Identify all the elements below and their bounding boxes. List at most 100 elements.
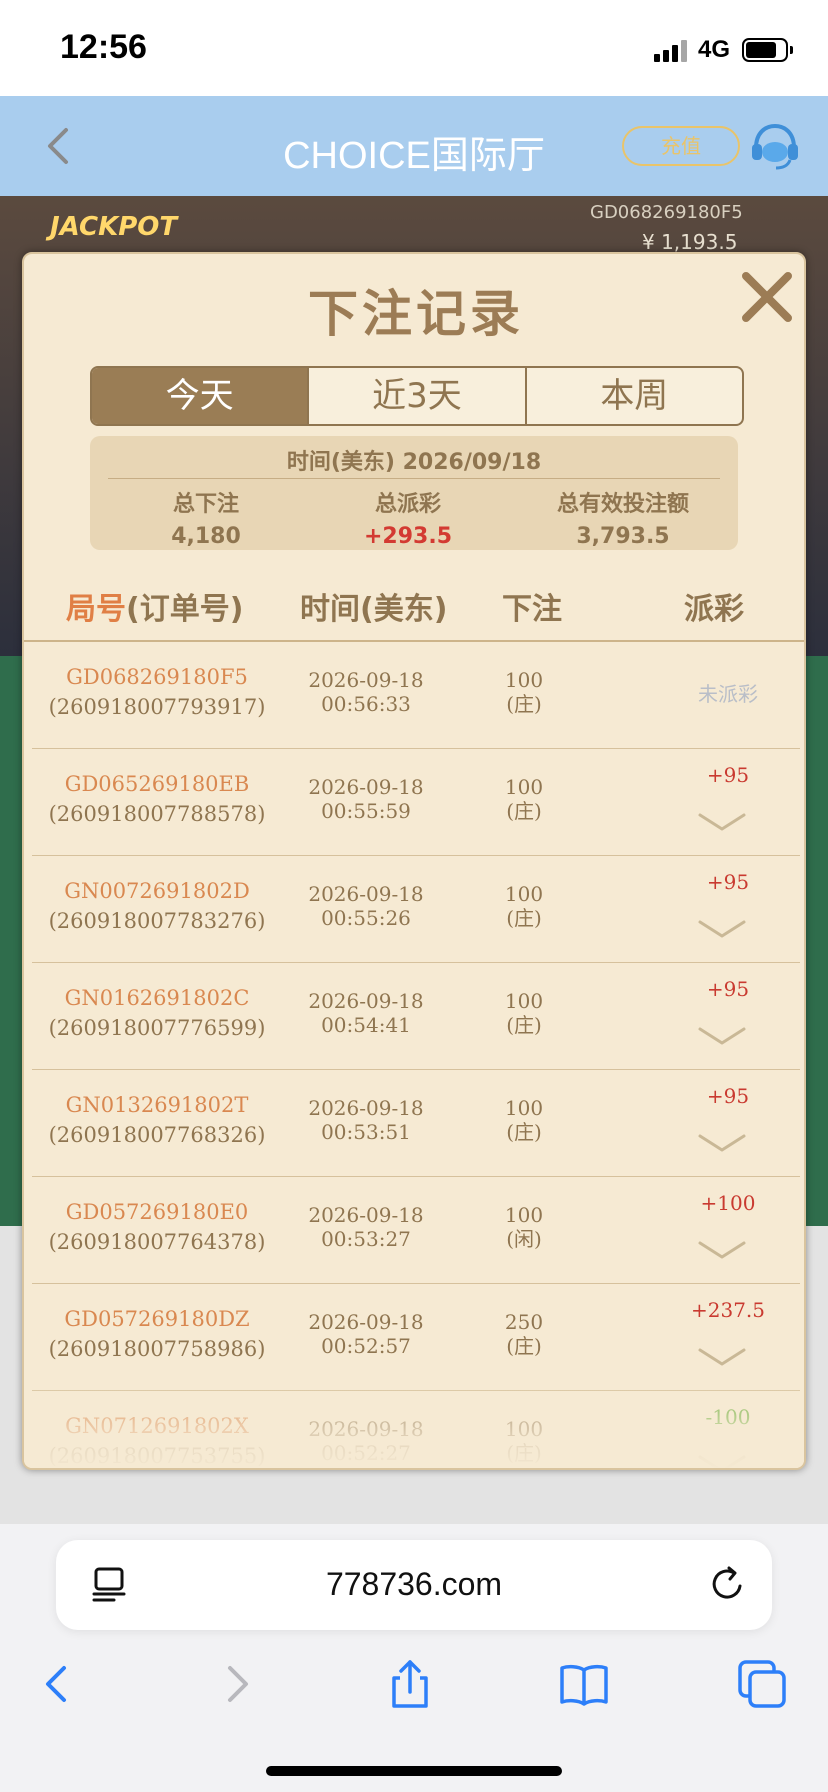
summary-panel: 时间(美东) 2026/09/18 总下注 4,180 总派彩 +293.5 总… (90, 436, 738, 550)
date-range-tabs: 今天 近3天 本周 (90, 366, 744, 426)
bet-date: 2026-09-18 (308, 989, 424, 1013)
modal-title: 下注记录 (308, 285, 524, 343)
bet-time: 00:56:33 (321, 692, 411, 716)
order-number: (260918007793917) (48, 695, 266, 719)
order-number: (260918007776599) (48, 1016, 266, 1040)
table-row[interactable]: GD065269180EB (260918007788578) 2026-09-18… (32, 749, 800, 856)
bet-side: (庄) (506, 692, 542, 716)
game-id: GD068269180F5 (66, 665, 248, 689)
chevron-down-icon[interactable] (696, 1346, 748, 1368)
column-header-payout: 派彩 (684, 592, 744, 627)
chevron-down-icon[interactable] (696, 1132, 748, 1154)
time-cell: 2026-09-18 00:56:33 (278, 668, 454, 716)
chevron-down-icon[interactable] (696, 1239, 748, 1261)
game-id: GN0162691802C (64, 986, 250, 1010)
battery-icon (742, 38, 788, 62)
time-cell: 2026-09-18 00:55:59 (278, 775, 454, 823)
headset-icon (752, 123, 798, 170)
order-cell: GN0132691802T (260918007768326) (32, 1090, 282, 1150)
bookmarks-icon[interactable] (556, 1656, 612, 1712)
customer-service-button[interactable] (748, 118, 802, 172)
order-cell: GD065269180EB (260918007788578) (32, 769, 282, 829)
tab-this-week[interactable]: 本周 (527, 368, 742, 424)
bet-cell: 100(庄) (480, 882, 568, 930)
bet-side: (闲) (506, 1227, 542, 1251)
chevron-down-icon[interactable] (696, 811, 748, 833)
status-bar: 12:56 4G (0, 0, 828, 96)
game-id: GD057269180E0 (65, 1200, 249, 1224)
bet-time: 00:53:27 (321, 1227, 411, 1251)
time-cell: 2026-09-18 00:52:57 (278, 1310, 454, 1358)
close-button[interactable] (738, 268, 796, 326)
bet-cell: 250 (庄) (480, 1310, 568, 1358)
time-cell: 2026-09-18 00:55:26 (278, 882, 454, 930)
tabs-icon[interactable] (734, 1656, 790, 1712)
list-fade (24, 1374, 804, 1468)
game-id: GD068269180F5 (590, 202, 743, 223)
share-icon[interactable] (382, 1656, 438, 1712)
table-row[interactable]: GD057269180E0 (260918007764378) 2026-09-18… (32, 1177, 800, 1284)
app-header: CHOICE国际厅 充值 (0, 96, 828, 196)
total-payout: 总派彩 +293.5 (308, 486, 508, 549)
table-row[interactable]: GN0072691802D (260918007783276) 2026-09-18… (32, 856, 800, 963)
bet-time: 00:53:51 (321, 1120, 411, 1144)
bet-side: (庄) (506, 799, 542, 823)
bet-side: (庄) (506, 1013, 542, 1037)
payout-value: +100 (700, 1191, 756, 1215)
total-bet-value: 4,180 (171, 524, 241, 549)
reload-icon[interactable] (708, 1564, 748, 1604)
jackpot-label: JACKPOT (50, 212, 178, 242)
game-id: GD057269180DZ (64, 1307, 250, 1331)
bet-date: 2026-09-18 (308, 775, 424, 799)
total-payout-value: +293.5 (363, 524, 453, 549)
url-text: 778736.com (325, 1566, 503, 1602)
order-cell: GD057269180DZ (260918007758986) (32, 1304, 282, 1364)
browser-forward-icon[interactable] (208, 1656, 264, 1712)
divider (108, 478, 720, 479)
payout-value: +237.5 (690, 1298, 765, 1322)
network-type: 4G (698, 36, 731, 63)
order-number: (260918007768326) (48, 1123, 266, 1147)
bet-record-modal: 下注记录 今天 近3天 本周 时间(美东) 2026/09/18 总下注 4,1… (22, 252, 806, 1470)
payout-value: +95 (706, 763, 750, 787)
order-number: (260918007758986) (48, 1337, 266, 1361)
bet-amount: 100 (504, 882, 544, 906)
bet-time: 00:52:57 (321, 1334, 411, 1358)
tab-last-3-days[interactable]: 近3天 (309, 368, 527, 424)
bet-amount: 100 (504, 989, 544, 1013)
column-header-order-accent: 局号 (66, 592, 126, 627)
battery-tip (790, 46, 793, 54)
bet-cell: 100 (闲) (480, 1203, 568, 1251)
table-row[interactable]: GN0132691802T (260918007768326) 2026-09-18… (32, 1070, 800, 1177)
order-number: (260918007788578) (48, 802, 266, 826)
home-indicator (266, 1766, 562, 1776)
column-header-time: 时间(美东) (300, 592, 448, 627)
total-bet: 总下注 4,180 (106, 486, 306, 549)
close-icon (742, 272, 792, 322)
bet-cell: 100(庄) (480, 775, 568, 823)
address-bar[interactable]: 778736.com (56, 1540, 772, 1630)
bet-side: (庄) (506, 1334, 542, 1358)
browser-back-icon[interactable] (30, 1656, 86, 1712)
time-cell: 2026-09-18 00:53:51 (278, 1096, 454, 1144)
table-row[interactable]: GN0162691802C (260918007776599) 2026-09-18… (32, 963, 800, 1070)
column-header-order-rest: (订单号) (126, 592, 244, 627)
chevron-down-icon[interactable] (696, 1025, 748, 1047)
status-time: 12:56 (60, 28, 147, 66)
recharge-button[interactable]: 充值 (622, 126, 740, 166)
tab-today[interactable]: 今天 (92, 368, 310, 424)
order-cell: GN0072691802D (260918007783276) (32, 876, 282, 936)
order-cell: GN0162691802C (260918007776599) (32, 983, 282, 1043)
bet-time: 00:55:59 (321, 799, 411, 823)
order-number: (260918007764378) (48, 1230, 266, 1254)
chevron-down-icon[interactable] (696, 918, 748, 940)
summary-date: 时间(美东) 2026/09/18 (286, 450, 542, 475)
bet-amount: 100 (504, 775, 544, 799)
bet-time: 00:54:41 (321, 1013, 411, 1037)
payout-value: 未派彩 (698, 682, 758, 706)
table-row[interactable]: GD068269180F5 (260918007793917) 2026-09-18… (32, 642, 800, 749)
bet-cell: 100(庄) (480, 989, 568, 1037)
game-id: GD065269180EB (64, 772, 250, 796)
valid-bet-label: 总有效投注额 (556, 492, 689, 517)
time-cell: 2026-09-18 00:53:27 (278, 1203, 454, 1251)
